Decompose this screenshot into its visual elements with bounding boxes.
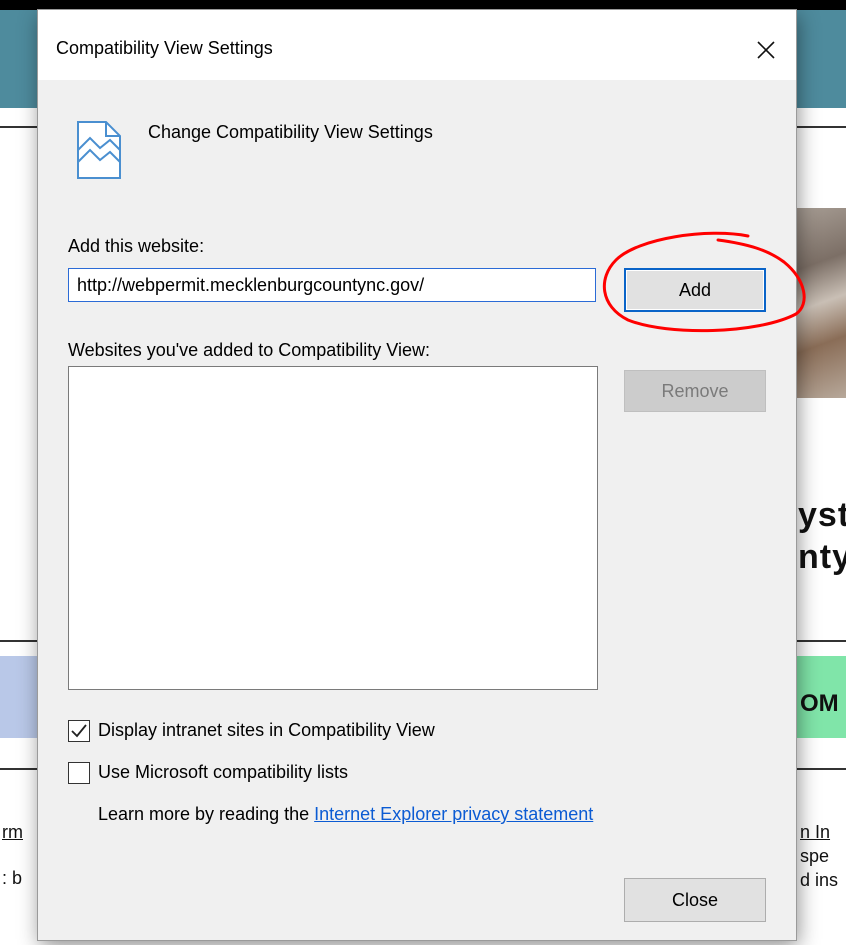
page-heading-fragment-2: nty <box>798 538 846 576</box>
dialog-title: Compatibility View Settings <box>56 38 273 58</box>
add-button[interactable]: Add <box>624 268 766 312</box>
close-button[interactable]: Close <box>624 878 766 922</box>
compatibility-view-icon <box>77 121 121 179</box>
page-text-fragment: : b <box>2 868 23 888</box>
website-url-input[interactable] <box>68 268 596 302</box>
microsoft-lists-checkbox-label[interactable]: Use Microsoft compatibility lists <box>98 762 348 783</box>
dialog-close-x-button[interactable] <box>746 30 786 70</box>
intranet-checkbox-label[interactable]: Display intranet sites in Compatibility … <box>98 720 435 741</box>
added-websites-label: Websites you've added to Compatibility V… <box>68 340 430 360</box>
page-nav-band-left <box>0 656 40 738</box>
page-link-fragment[interactable]: rm <box>2 822 23 843</box>
microsoft-lists-checkbox[interactable] <box>68 762 90 784</box>
page-signin-link-fragment[interactable]: n In <box>800 822 830 843</box>
remove-button[interactable]: Remove <box>624 370 766 412</box>
learn-more-text: Learn more by reading the Internet Explo… <box>98 804 593 825</box>
intranet-checkbox[interactable] <box>68 720 90 742</box>
browser-top-bar <box>0 0 846 10</box>
add-website-label: Add this website: <box>68 236 205 256</box>
privacy-statement-link[interactable]: Internet Explorer privacy statement <box>314 804 593 824</box>
learn-more-prefix: Learn more by reading the <box>98 804 315 824</box>
added-websites-list[interactable] <box>68 366 598 690</box>
compatibility-view-dialog: Compatibility View Settings Change Compa… <box>38 10 806 940</box>
page-photo <box>796 208 846 398</box>
close-icon <box>757 41 775 59</box>
page-band-text-fragment: OM <box>800 690 839 717</box>
page-text-fragment: d ins <box>800 870 839 890</box>
dialog-titlebar[interactable]: Compatibility View Settings <box>38 10 796 80</box>
checkmark-icon <box>71 724 87 738</box>
page-heading-fragment-1: yst <box>798 496 846 534</box>
page-text-fragment: spe <box>800 846 830 866</box>
dialog-heading: Change Compatibility View Settings <box>148 122 433 142</box>
